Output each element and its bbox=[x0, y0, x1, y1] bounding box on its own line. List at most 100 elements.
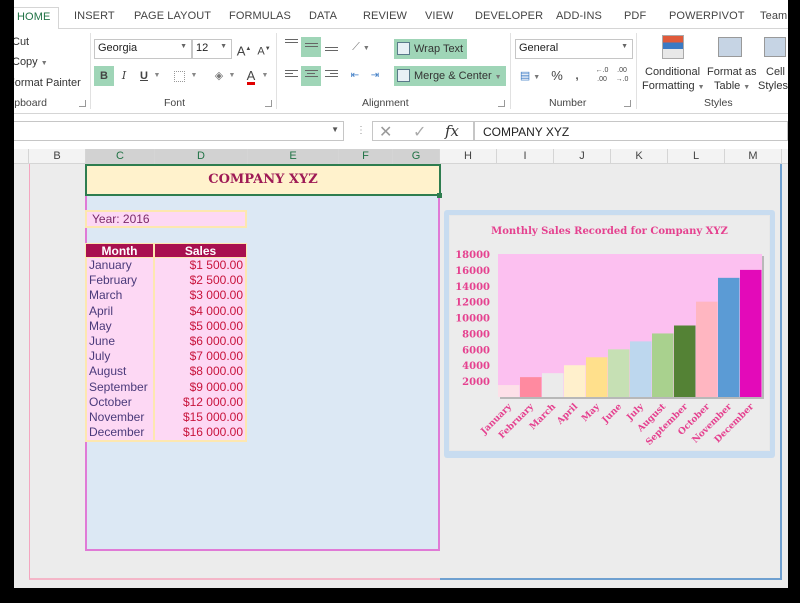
month-cell[interactable]: October bbox=[87, 394, 155, 410]
sales-cell[interactable]: $3 000.00 bbox=[155, 288, 245, 303]
decrease-indent-button[interactable]: ⇤ bbox=[345, 66, 365, 86]
orientation-button[interactable]: ⟋ ▼ bbox=[347, 37, 375, 57]
sales-cell[interactable]: $12 000.00 bbox=[155, 395, 245, 410]
font-color-button[interactable]: A bbox=[241, 66, 261, 86]
month-cell[interactable]: March bbox=[87, 288, 155, 304]
column-header-e[interactable]: E bbox=[248, 149, 339, 164]
sales-header[interactable]: Sales bbox=[154, 243, 247, 258]
column-header-d[interactable]: D bbox=[155, 149, 248, 164]
decrease-decimal-button[interactable]: .00 →.0 bbox=[612, 66, 632, 86]
sales-cell[interactable]: $7 000.00 bbox=[155, 349, 245, 364]
formula-bar-handle-icon[interactable]: ⋮ bbox=[356, 125, 366, 136]
month-cell[interactable]: August bbox=[87, 364, 155, 380]
enter-formula-button[interactable]: ✓ bbox=[413, 122, 426, 142]
bold-button[interactable]: B bbox=[94, 66, 114, 86]
month-cell[interactable]: November bbox=[87, 409, 155, 426]
percent-button[interactable]: % bbox=[547, 66, 567, 86]
font-name-dropdown[interactable]: Georgia ▼ bbox=[94, 39, 192, 59]
cancel-formula-button[interactable]: ✕ bbox=[379, 122, 392, 142]
conditional-formatting-button[interactable]: Conditional Formatting ▼ bbox=[642, 33, 706, 93]
tab-formulas[interactable]: FORMULAS bbox=[229, 10, 291, 22]
tab-page-layout[interactable]: PAGE LAYOUT bbox=[134, 10, 211, 22]
align-center-button[interactable] bbox=[301, 66, 321, 86]
tab-insert[interactable]: INSERT bbox=[74, 10, 115, 22]
month-header[interactable]: Month bbox=[85, 243, 154, 258]
insert-function-button[interactable]: fx bbox=[445, 122, 459, 140]
column-header-h[interactable]: H bbox=[440, 149, 497, 164]
increase-decimal-button[interactable]: ←.0.00 bbox=[592, 66, 612, 86]
column-header-i[interactable]: I bbox=[497, 149, 554, 164]
number-launcher-icon[interactable] bbox=[624, 100, 631, 107]
column-header-m[interactable]: M bbox=[725, 149, 782, 164]
month-cell[interactable]: May bbox=[87, 318, 155, 334]
format-painter-button[interactable]: Format Painter bbox=[14, 77, 81, 89]
column-header-g[interactable]: G bbox=[393, 149, 440, 164]
month-cell[interactable]: February bbox=[87, 273, 155, 289]
accounting-format-button[interactable]: ▤ ▼ bbox=[515, 66, 545, 86]
align-right-button[interactable] bbox=[321, 66, 341, 86]
fill-color-button[interactable]: ◈ bbox=[209, 66, 229, 86]
sales-cell[interactable]: $2 500.00 bbox=[155, 273, 245, 288]
bottom-align-button[interactable] bbox=[321, 37, 341, 57]
comma-button[interactable]: , bbox=[567, 66, 587, 86]
select-all-corner[interactable] bbox=[14, 149, 29, 164]
sales-cell[interactable]: $16 000.00 bbox=[155, 425, 245, 440]
column-header-k[interactable]: K bbox=[611, 149, 668, 164]
column-header-b[interactable]: B bbox=[29, 149, 86, 164]
format-as-table-button[interactable]: Format as Table ▼ bbox=[706, 33, 757, 93]
underline-dropdown-icon[interactable]: ▼ bbox=[152, 66, 162, 86]
cut-button[interactable]: Cut bbox=[14, 36, 29, 48]
borders-button[interactable] bbox=[169, 66, 189, 86]
month-cell[interactable]: January bbox=[87, 258, 155, 274]
font-launcher-icon[interactable] bbox=[265, 100, 272, 107]
alignment-launcher-icon[interactable] bbox=[498, 100, 505, 107]
fill-handle[interactable] bbox=[437, 193, 442, 198]
chart-container[interactable]: Monthly Sales Recorded for Company XYZ 2… bbox=[444, 210, 775, 458]
grow-font-button[interactable]: A▲ bbox=[234, 39, 254, 59]
font-color-dropdown-icon[interactable]: ▼ bbox=[260, 66, 270, 86]
fill-color-dropdown-icon[interactable]: ▼ bbox=[227, 66, 237, 86]
month-cell[interactable]: September bbox=[87, 379, 155, 395]
year-cell[interactable]: Year: 2016 bbox=[85, 210, 247, 228]
sales-cell[interactable]: $4 000.00 bbox=[155, 304, 245, 319]
name-box[interactable]: ▼ bbox=[14, 121, 344, 141]
sales-cell[interactable]: $1 500.00 bbox=[155, 258, 245, 273]
tab-view[interactable]: VIEW bbox=[425, 10, 454, 22]
column-header-l[interactable]: L bbox=[668, 149, 725, 164]
sales-cell[interactable]: $15 000.00 bbox=[155, 410, 245, 425]
clipboard-launcher-icon[interactable] bbox=[79, 100, 86, 107]
tab-developer[interactable]: DEVELOPER bbox=[475, 10, 543, 22]
column-header-c[interactable]: C bbox=[86, 149, 155, 164]
sales-cell[interactable]: $8 000.00 bbox=[155, 364, 245, 379]
tab-pdf[interactable]: PDF bbox=[624, 10, 646, 22]
month-cell[interactable]: July bbox=[87, 349, 155, 365]
tab-team[interactable]: Team bbox=[760, 10, 787, 22]
wrap-text-button[interactable]: Wrap Text bbox=[394, 39, 468, 59]
italic-button[interactable]: I bbox=[114, 66, 134, 86]
title-cell[interactable]: COMPANY XYZ bbox=[85, 164, 441, 196]
borders-dropdown-icon[interactable]: ▼ bbox=[189, 66, 199, 86]
month-cell[interactable]: April bbox=[87, 303, 155, 319]
worksheet-grid[interactable]: COMPANY XYZ Year: 2016 Month Sales Janua… bbox=[14, 164, 788, 588]
increase-indent-button[interactable]: ⇥ bbox=[365, 66, 385, 86]
tab-add-ins[interactable]: ADD-INS bbox=[556, 10, 602, 22]
month-cell[interactable]: June bbox=[87, 333, 155, 350]
month-cell[interactable]: December bbox=[87, 425, 155, 441]
tab-powerpivot[interactable]: POWERPIVOT bbox=[669, 10, 745, 22]
sales-cell[interactable]: $5 000.00 bbox=[155, 319, 245, 334]
middle-align-button[interactable] bbox=[301, 37, 321, 57]
tab-home[interactable]: HOME bbox=[14, 7, 60, 30]
column-header-f[interactable]: F bbox=[339, 149, 393, 164]
shrink-font-button[interactable]: A▼ bbox=[254, 39, 274, 59]
underline-button[interactable]: U bbox=[134, 66, 154, 86]
sales-cell[interactable]: $9 000.00 bbox=[155, 380, 245, 395]
formula-input[interactable]: COMPANY XYZ bbox=[474, 121, 788, 141]
tab-data[interactable]: DATA bbox=[309, 10, 337, 22]
column-header-j[interactable]: J bbox=[554, 149, 611, 164]
sales-cell[interactable]: $6 000.00 bbox=[155, 334, 245, 349]
number-format-dropdown[interactable]: General ▼ bbox=[515, 39, 633, 59]
cell-styles-button[interactable]: Cell Styles▼ bbox=[758, 33, 788, 93]
align-left-button[interactable] bbox=[281, 66, 301, 86]
copy-button[interactable]: Copy ▼ bbox=[14, 56, 48, 68]
top-align-button[interactable] bbox=[281, 37, 301, 57]
